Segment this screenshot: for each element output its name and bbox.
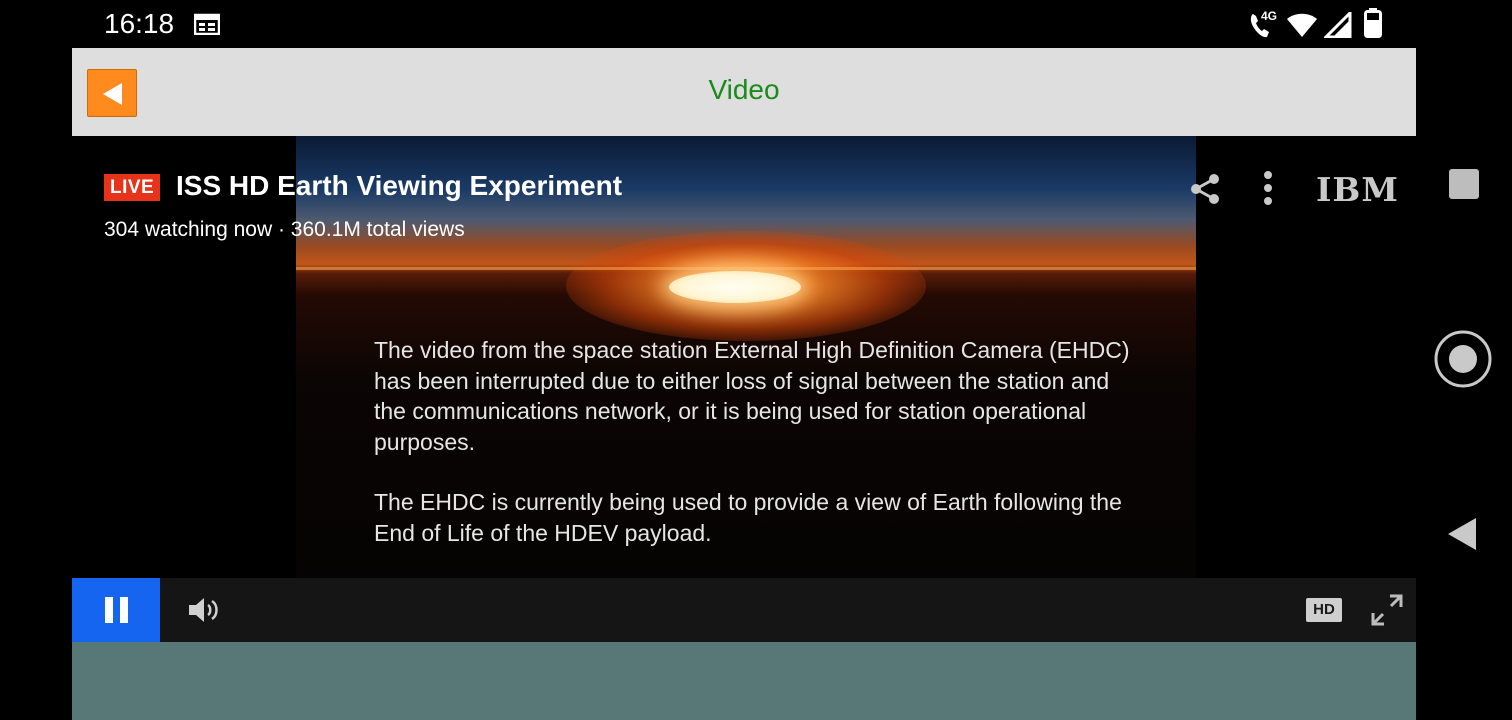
status-time: 16:18	[104, 8, 175, 39]
home-icon[interactable]	[1434, 330, 1492, 388]
more-options-icon[interactable]	[1258, 170, 1278, 208]
video-stats: 304 watching now · 360.1M total views	[104, 218, 465, 241]
video-title: ISS HD Earth Viewing Experiment	[176, 170, 623, 201]
fullscreen-icon[interactable]	[1370, 593, 1404, 627]
player-controls: HD	[72, 578, 1416, 642]
pause-button[interactable]	[72, 578, 160, 642]
page-title: Video	[708, 74, 780, 105]
stop-icon[interactable]	[1449, 169, 1479, 199]
ibm-logo[interactable]: IBM	[1316, 170, 1399, 209]
battery-icon	[1364, 8, 1382, 38]
wifi-icon	[1287, 13, 1317, 37]
calendar-icon	[194, 13, 220, 35]
volume-icon[interactable]	[187, 596, 223, 624]
quality-hd-badge[interactable]: HD	[1306, 598, 1342, 622]
app-bar: Video	[72, 48, 1416, 136]
share-icon[interactable]	[1189, 173, 1221, 205]
status-bar: 16:18 4G	[0, 0, 1512, 48]
horizon-line	[296, 267, 1196, 270]
network-type-label: 4G	[1261, 9, 1278, 23]
back-icon[interactable]	[1446, 516, 1478, 552]
message-paragraph-1: The video from the space station Externa…	[374, 337, 1130, 455]
message-paragraph-2: The EHDC is currently being used to prov…	[374, 489, 1122, 546]
status-icons: 4G	[1248, 8, 1398, 42]
sun	[669, 271, 801, 303]
live-badge: LIVE	[104, 174, 161, 201]
video-frame[interactable]: The video from the space station Externa…	[296, 136, 1196, 578]
cell-signal-icon	[1324, 12, 1352, 38]
video-message: The video from the space station Externa…	[374, 335, 1134, 578]
video-player[interactable]: The video from the space station Externa…	[72, 136, 1416, 578]
content-area	[72, 642, 1416, 720]
